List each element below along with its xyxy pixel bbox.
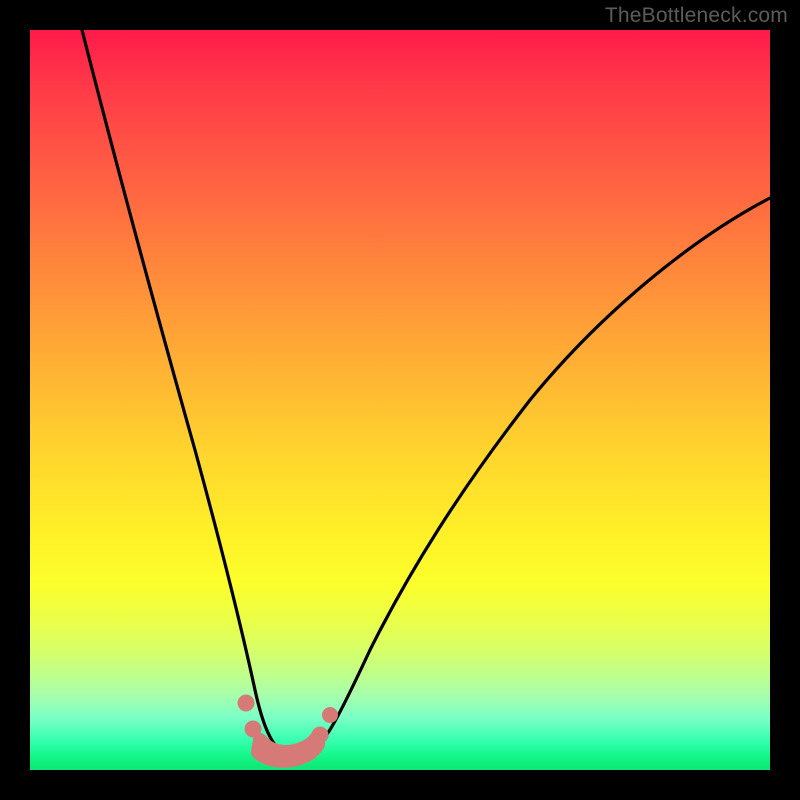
marker-dot [287, 746, 305, 764]
marker-dot [238, 695, 255, 712]
bottleneck-curve [30, 30, 770, 770]
marker-dot [245, 721, 262, 738]
marker-dot [322, 707, 338, 723]
curve-path [82, 30, 770, 757]
marker-dot [312, 727, 329, 744]
watermark-text: TheBottleneck.com [605, 4, 788, 28]
plot-area [30, 30, 770, 770]
marker-dot [265, 746, 283, 764]
chart-frame: TheBottleneck.com [0, 0, 800, 800]
